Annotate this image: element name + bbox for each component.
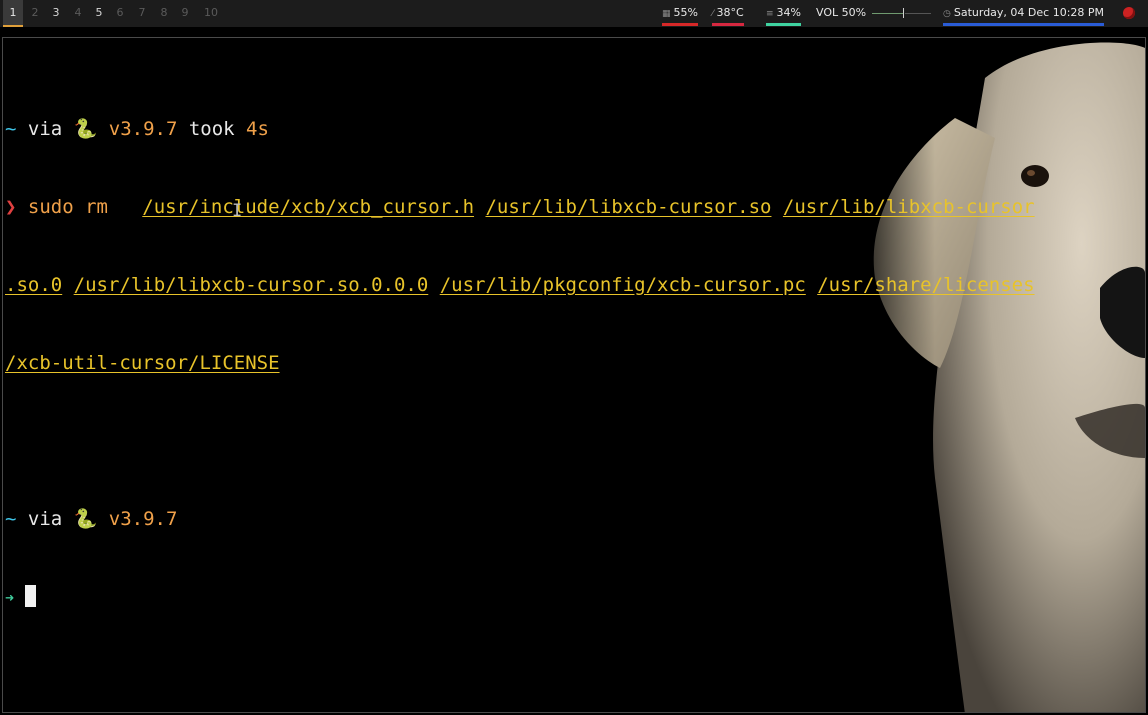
prompt-via: via <box>16 118 74 140</box>
command-line-wrap: .so.0 /usr/lib/libxcb-cursor.so.0.0.0 /u… <box>5 272 1143 298</box>
workspace-6[interactable]: 6 <box>110 0 130 27</box>
prompt-took: took <box>177 118 247 140</box>
prompt-directory: ~ <box>5 508 17 530</box>
prompt-line: ~ via 🐍 v3.9.7 took 4s <box>5 116 1143 142</box>
command-duration: 4s <box>246 118 269 140</box>
cpu-icon: ▦ <box>662 9 671 19</box>
volume-label: VOL 50% <box>816 6 867 19</box>
python-icon: 🐍 <box>73 118 98 140</box>
command-line-wrap: /xcb-util-cursor/LICENSE <box>5 350 1143 376</box>
python-icon: 🐍 <box>73 508 98 530</box>
prompt-chevron-icon: ❯ <box>5 196 17 218</box>
volume-slider-fill <box>872 13 904 14</box>
terminal-window[interactable]: ~ via 🐍 v3.9.7 took 4s ❯ sudo rm /usr/in… <box>2 37 1146 713</box>
workspace-4[interactable]: 4 <box>68 0 88 27</box>
temperature-value: 38°C <box>716 6 744 19</box>
datetime-value: Saturday, 04 Dec 10:28 PM <box>953 6 1105 19</box>
path-link[interactable]: /usr/lib/libxcb-cursor.so <box>485 196 771 218</box>
workspace-8[interactable]: 8 <box>154 0 174 27</box>
power-icon[interactable] <box>1123 7 1135 19</box>
workspace-7[interactable]: 7 <box>132 0 152 27</box>
temperature-underline <box>712 23 744 26</box>
terminal-output[interactable]: ~ via 🐍 v3.9.7 took 4s ❯ sudo rm /usr/in… <box>5 64 1143 662</box>
path-link[interactable]: /usr/lib/libxcb-cursor.so.0.0.0 <box>74 274 429 296</box>
path-link[interactable]: /usr/lib/pkgconfig/xcb-cursor.pc <box>440 274 806 296</box>
workspace-1[interactable]: 1 <box>3 0 23 27</box>
memory-module[interactable]: ≡ 34% <box>766 0 801 27</box>
workspace-3[interactable]: 3 <box>46 0 66 27</box>
volume-slider-track <box>905 13 931 14</box>
status-bar: 1 2 3 4 5 6 7 8 9 10 ▦ 55% ⁄ 38°C ≡ 34% VOL 50% ◷ Sat… <box>0 0 1148 27</box>
workspace-9[interactable]: 9 <box>175 0 195 27</box>
command-text: sudo rm <box>16 196 143 218</box>
cpu-module[interactable]: ▦ 55% <box>662 0 698 27</box>
path-link[interactable]: /xcb-util-cursor/LICENSE <box>5 352 280 374</box>
memory-icon: ≡ <box>766 9 774 19</box>
input-line[interactable]: ➜ <box>5 584 1143 610</box>
cpu-underline <box>662 23 698 26</box>
thermometer-icon: ⁄ <box>712 9 714 19</box>
prompt-arrow-icon: ➜ <box>5 589 15 607</box>
memory-underline <box>766 23 801 26</box>
prompt-via: via <box>16 508 74 530</box>
command-line: ❯ sudo rm /usr/include/xcb/xcb_cursor.h … <box>5 194 1143 220</box>
path-link[interactable]: /usr/include/xcb/xcb_cursor.h <box>142 196 474 218</box>
workspace-10[interactable]: 10 <box>197 0 225 27</box>
python-version: v3.9.7 <box>97 508 178 530</box>
datetime-underline <box>943 23 1105 26</box>
python-version: v3.9.7 <box>97 118 178 140</box>
cpu-value: 55% <box>673 6 698 19</box>
clock-icon: ◷ <box>943 9 951 19</box>
path-link[interactable]: /usr/lib/libxcb-cursor <box>783 196 1035 218</box>
memory-value: 34% <box>776 6 801 19</box>
workspace-2[interactable]: 2 <box>25 0 45 27</box>
prompt-directory: ~ <box>5 118 17 140</box>
volume-slider-knob[interactable] <box>903 8 904 18</box>
volume-module[interactable]: VOL 50% <box>816 0 866 27</box>
temperature-module[interactable]: ⁄ 38°C <box>712 0 744 27</box>
text-cursor-block <box>25 585 37 607</box>
prompt-line: ~ via 🐍 v3.9.7 <box>5 506 1143 532</box>
datetime-module[interactable]: ◷ Saturday, 04 Dec 10:28 PM <box>943 0 1105 27</box>
text-cursor-icon: I <box>232 201 243 221</box>
workspace-5[interactable]: 5 <box>89 0 109 27</box>
path-link[interactable]: .so.0 <box>5 274 62 296</box>
path-link[interactable]: /usr/share/licenses <box>817 274 1034 296</box>
